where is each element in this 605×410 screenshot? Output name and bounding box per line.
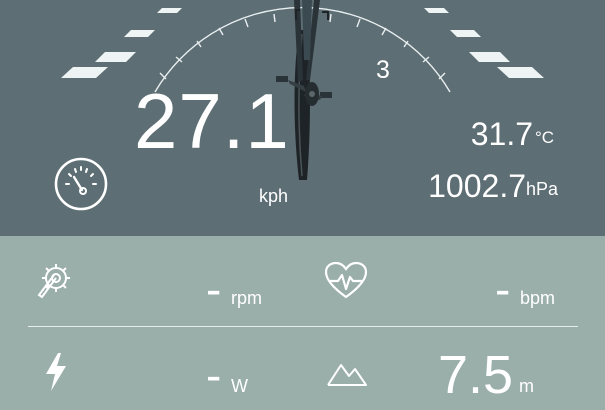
metrics-divider [28, 326, 578, 327]
altitude-unit: m [519, 376, 534, 396]
pressure-value: 1002.7 [428, 168, 526, 204]
top-dashboard-panel: 27.1 kph 3 31.7 °C 1002.7 hPa [0, 0, 605, 236]
heart-rate-icon [324, 261, 368, 299]
cadence-gear-icon [37, 264, 70, 299]
power-unit: W [231, 376, 248, 396]
gear-value: 3 [376, 56, 390, 84]
cadence-unit: rpm [231, 288, 262, 308]
altitude-value: 7.5 [438, 345, 514, 405]
speed-unit: kph [259, 186, 289, 206]
cadence-value: - [206, 263, 222, 315]
pressure-unit: hPa [526, 179, 559, 199]
lightning-icon [46, 353, 66, 391]
temperature-unit: °C [535, 128, 555, 147]
heart-rate-unit: bpm [520, 288, 556, 308]
power-value: - [206, 349, 222, 401]
temperature-value: 31.7 [470, 116, 533, 152]
speed-value: 27.1 [134, 77, 290, 165]
mountain-icon [327, 364, 367, 386]
metrics-panel: - rpm - bpm - W 7.5 m [0, 236, 605, 410]
speedometer-icon[interactable] [52, 156, 110, 212]
heart-rate-value: - [495, 263, 511, 315]
